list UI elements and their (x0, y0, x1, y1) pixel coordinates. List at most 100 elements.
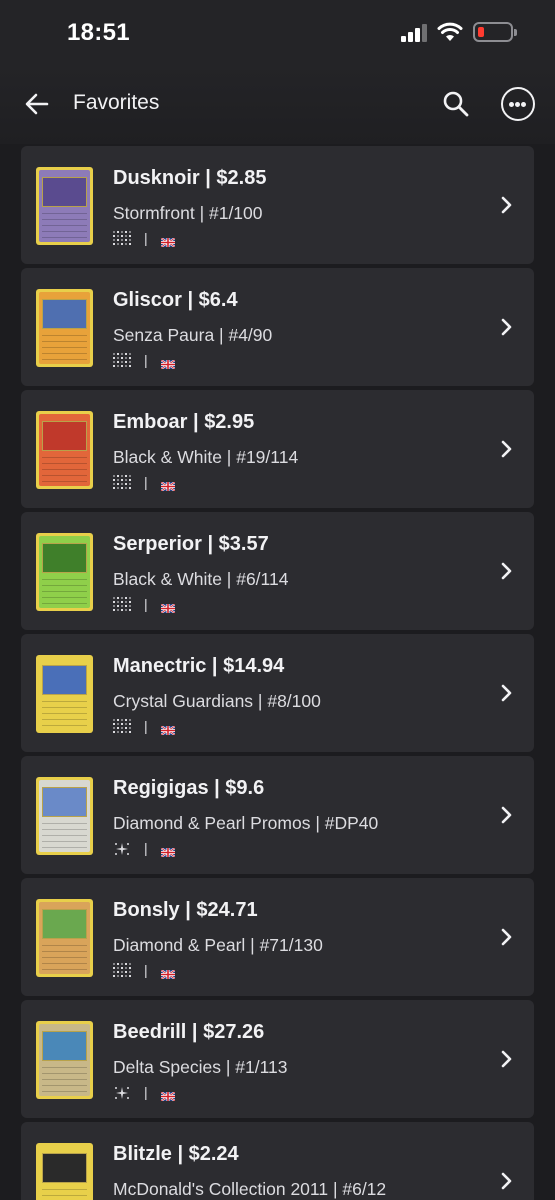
card-name: Emboar (113, 411, 188, 433)
card-number: #19/114 (236, 447, 299, 467)
pattern-icon (113, 353, 131, 369)
card-meta: | (113, 1084, 183, 1102)
card-set-info: Diamond & Pearl | #71/130 (113, 935, 323, 955)
chevron-right-icon[interactable] (499, 561, 513, 581)
card-meta: | (113, 962, 183, 980)
separator: | (144, 718, 148, 734)
card-set-info: Black & White | #19/114 (113, 447, 299, 467)
card-name: Blitzle (113, 1143, 172, 1165)
search-icon[interactable] (441, 89, 471, 119)
card-title: Manectric | $14.94 (113, 655, 285, 677)
separator: | (144, 840, 148, 856)
card-thumbnail (36, 411, 93, 489)
card-set: Black & White (113, 447, 222, 467)
card-price: $24.71 (196, 899, 258, 921)
pattern-icon (113, 231, 131, 247)
card-item[interactable]: Serperior | $3.57 Black & White | #6/114 | (21, 512, 534, 630)
status-time: 18:51 (67, 19, 130, 46)
card-title: Serperior | $3.57 (113, 533, 269, 555)
uk-flag-icon (160, 478, 176, 492)
uk-flag-icon (160, 722, 176, 736)
card-item[interactable]: Emboar | $2.95 Black & White | #19/114 | (21, 390, 534, 508)
chevron-right-icon[interactable] (499, 1171, 513, 1191)
card-meta: | (113, 352, 183, 370)
card-price: $2.24 (188, 1143, 239, 1165)
card-set: Delta Species (113, 1057, 221, 1077)
card-price: $3.57 (218, 533, 269, 555)
card-price: $6.4 (198, 289, 238, 311)
status-bar: 18:51 (0, 0, 555, 66)
card-meta: | (113, 718, 183, 736)
card-set: Stormfront (113, 203, 195, 223)
card-thumbnail (36, 1021, 93, 1099)
chevron-right-icon[interactable] (499, 1049, 513, 1069)
card-thumbnail (36, 533, 93, 611)
card-number: #6/114 (236, 569, 289, 589)
card-item[interactable]: Gliscor | $6.4 Senza Paura | #4/90 | (21, 268, 534, 386)
card-thumbnail (36, 289, 93, 367)
separator: | (144, 352, 148, 368)
card-item[interactable]: Blitzle | $2.24 McDonald's Collection 201… (21, 1122, 534, 1200)
card-name: Bonsly (113, 899, 180, 921)
card-price: $14.94 (223, 655, 285, 677)
separator: | (144, 474, 148, 490)
card-set-info: Black & White | #6/114 (113, 569, 289, 589)
pattern-icon (113, 719, 131, 735)
sparkle-icon (113, 1085, 131, 1101)
favorites-list: Dusknoir | $2.85 Stormfront | #1/100 | Glis… (0, 144, 555, 1200)
card-name: Beedrill (113, 1021, 187, 1043)
card-set: Diamond & Pearl (113, 935, 246, 955)
card-item[interactable]: Regigigas | $9.6 Diamond & Pearl Promos |… (21, 756, 534, 874)
back-arrow-icon[interactable] (22, 89, 52, 119)
card-title: Blitzle | $2.24 (113, 1143, 239, 1165)
card-price: $27.26 (203, 1021, 265, 1043)
card-item[interactable]: Dusknoir | $2.85 Stormfront | #1/100 | (21, 146, 534, 264)
uk-flag-icon (160, 234, 176, 248)
card-title: Emboar | $2.95 (113, 411, 255, 433)
separator: | (144, 596, 148, 612)
card-set-info: Stormfront | #1/100 (113, 203, 263, 223)
card-name: Regigigas (113, 777, 209, 799)
card-set-info: Diamond & Pearl Promos | #DP40 (113, 813, 379, 833)
card-title: Gliscor | $6.4 (113, 289, 238, 311)
battery-icon (473, 22, 517, 42)
card-set-info: Crystal Guardians | #8/100 (113, 691, 321, 711)
uk-flag-icon (160, 356, 176, 370)
card-title: Beedrill | $27.26 (113, 1021, 265, 1043)
card-title: Regigigas | $9.6 (113, 777, 265, 799)
chevron-right-icon[interactable] (499, 805, 513, 825)
card-thumbnail (36, 167, 93, 245)
card-item[interactable]: Bonsly | $24.71 Diamond & Pearl | #71/130… (21, 878, 534, 996)
uk-flag-icon (160, 600, 176, 614)
card-name: Dusknoir (113, 167, 200, 189)
card-number: #1/113 (235, 1057, 288, 1077)
separator: | (144, 1084, 148, 1100)
more-options-icon[interactable] (501, 87, 535, 121)
wifi-icon (437, 22, 463, 41)
chevron-right-icon[interactable] (499, 195, 513, 215)
card-meta: | (113, 596, 183, 614)
sparkle-icon (113, 841, 131, 857)
card-number: #4/90 (228, 325, 273, 345)
card-set: Black & White (113, 569, 222, 589)
page-title: Favorites (73, 91, 160, 114)
card-thumbnail (36, 777, 93, 855)
uk-flag-icon (160, 844, 176, 858)
card-number: #71/130 (259, 935, 323, 955)
card-thumbnail (36, 1143, 93, 1200)
chevron-right-icon[interactable] (499, 927, 513, 947)
chevron-right-icon[interactable] (499, 317, 513, 337)
chevron-right-icon[interactable] (499, 683, 513, 703)
pattern-icon (113, 475, 131, 491)
chevron-right-icon[interactable] (499, 439, 513, 459)
pattern-icon (113, 963, 131, 979)
card-name: Serperior (113, 533, 202, 555)
cellular-signal-icon (401, 24, 431, 42)
card-item[interactable]: Beedrill | $27.26 Delta Species | #1/113 | (21, 1000, 534, 1118)
card-thumbnail (36, 655, 93, 733)
card-set-info: Delta Species | #1/113 (113, 1057, 288, 1077)
card-set: Crystal Guardians (113, 691, 254, 711)
card-item[interactable]: Manectric | $14.94 Crystal Guardians | #8… (21, 634, 534, 752)
separator: | (144, 962, 148, 978)
uk-flag-icon (160, 1088, 176, 1102)
